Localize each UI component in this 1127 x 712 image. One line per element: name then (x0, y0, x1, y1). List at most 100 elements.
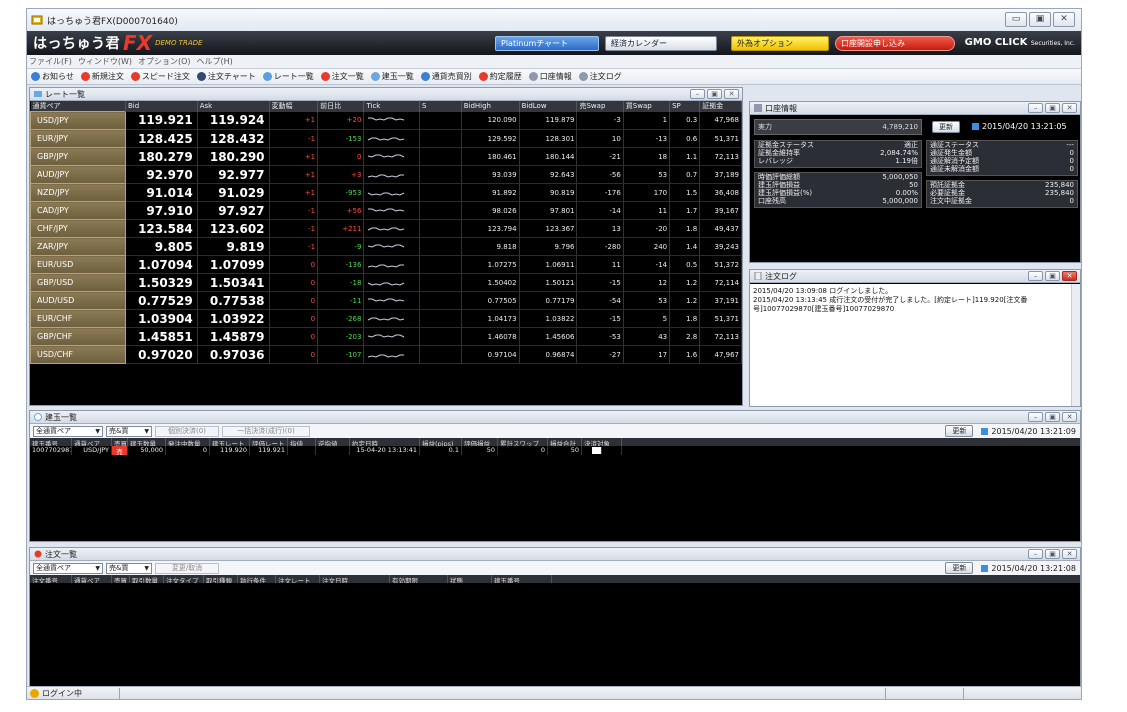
bid-rate[interactable]: 97.910 (125, 201, 198, 220)
order-pair-select[interactable]: 全通貨ペア (33, 562, 103, 574)
rate-column-header[interactable]: Bid (125, 101, 198, 112)
ask-rate[interactable]: 92.977 (197, 165, 270, 184)
restore-icon[interactable]: ▣ (1045, 412, 1060, 422)
currency-pair[interactable]: AUD/JPY (30, 165, 126, 184)
toolbar-item[interactable]: レート一覧 (262, 71, 314, 82)
menu-window[interactable]: ウィンドウ(W) (78, 56, 132, 67)
minimize-icon[interactable]: – (690, 89, 705, 99)
toolbar-item[interactable]: 新規注文 (80, 71, 124, 82)
platinum-chart-button[interactable]: Platinumチャート (495, 36, 599, 51)
rate-row[interactable]: GBP/USD 1.50329 1.50341 0 -18 1.50402 1.50121-… (30, 273, 742, 292)
position-side-select[interactable]: 売&買 (106, 425, 152, 437)
order-column-header[interactable]: 取引数量 (130, 575, 164, 583)
position-column-header[interactable]: 約定日時 (350, 438, 420, 446)
ask-rate[interactable]: 128.432 (197, 129, 270, 148)
rate-row[interactable]: EUR/USD 1.07094 1.07099 0 -136 1.07275 1.06911… (30, 255, 742, 274)
close-icon[interactable]: ✕ (1062, 412, 1077, 422)
modify-cancel-button[interactable]: 変更/取消 (155, 562, 219, 574)
toolbar-item[interactable]: 注文ログ (578, 71, 622, 82)
bid-rate[interactable]: 119.921 (125, 111, 198, 130)
rate-column-header[interactable]: BidHigh (461, 101, 520, 112)
bid-rate[interactable]: 1.03904 (125, 309, 198, 328)
rate-row[interactable]: EUR/CHF 1.03904 1.03922 0 -268 1.04173 1.03822… (30, 309, 742, 328)
bid-rate[interactable]: 180.279 (125, 147, 198, 166)
currency-pair[interactable]: CAD/JPY (30, 201, 126, 220)
minimize-icon[interactable]: – (1028, 412, 1043, 422)
toolbar-item[interactable]: 建玉一覧 (370, 71, 414, 82)
position-column-header[interactable]: 通貨ペア (72, 438, 112, 446)
rate-column-header[interactable]: BidLow (519, 101, 578, 112)
rate-row[interactable]: CHF/JPY 123.584 123.602 -1 +211 123.794 123.36… (30, 219, 742, 238)
toolbar-item[interactable]: スピード注文 (130, 71, 190, 82)
ask-rate[interactable]: 1.07099 (197, 255, 270, 274)
order-column-header[interactable]: 執行条件 (238, 575, 276, 583)
bid-rate[interactable]: 128.425 (125, 129, 198, 148)
ask-rate[interactable]: 97.927 (197, 201, 270, 220)
bid-rate[interactable]: 0.97020 (125, 345, 198, 364)
rate-column-header[interactable]: 変動幅 (269, 101, 319, 112)
ask-rate[interactable]: 1.45879 (197, 327, 270, 346)
ask-rate[interactable]: 1.03922 (197, 309, 270, 328)
rate-column-header[interactable]: 前日比 (317, 101, 365, 112)
close-icon[interactable]: ✕ (1062, 271, 1077, 281)
position-column-header[interactable]: 指値 (288, 438, 316, 446)
order-column-header[interactable]: 注文レート (276, 575, 320, 583)
menu-file[interactable]: ファイル(F) (29, 56, 72, 67)
position-update-button[interactable]: 更新 (945, 425, 974, 437)
rate-row[interactable]: GBP/JPY 180.279 180.290 +1 0 180.461 180.144 -2… (30, 147, 742, 166)
order-column-header[interactable]: 注文日時 (320, 575, 390, 583)
order-column-header[interactable]: 有効期限 (390, 575, 448, 583)
individual-settle-button[interactable]: 個別決済(0) (155, 425, 219, 437)
rate-column-header[interactable]: 売Swap (576, 101, 624, 112)
toolbar-item[interactable]: 注文チャート (196, 71, 256, 82)
bid-rate[interactable]: 9.805 (125, 237, 198, 256)
position-column-header[interactable]: 建玉番号 (30, 438, 72, 446)
currency-pair[interactable]: USD/JPY (30, 111, 126, 130)
bid-rate[interactable]: 92.970 (125, 165, 198, 184)
ask-rate[interactable]: 91.029 (197, 183, 270, 202)
position-column-header[interactable]: 建玉レート (210, 438, 250, 446)
position-column-header[interactable]: 建玉数量 (128, 438, 166, 446)
rate-row[interactable]: CAD/JPY 97.910 97.927 -1 +56 98.026 97.801 -14 1… (30, 201, 742, 220)
rate-column-header[interactable]: 証拠金 (699, 101, 742, 112)
position-column-header[interactable]: 損益(pips) (420, 438, 462, 446)
currency-pair[interactable]: ZAR/JPY (30, 237, 126, 256)
toolbar-item[interactable]: 口座情報 (528, 71, 572, 82)
bid-rate[interactable]: 1.07094 (125, 255, 198, 274)
order-column-header[interactable]: 建玉番号 (492, 575, 552, 583)
minimize-icon[interactable]: – (1028, 549, 1043, 559)
table-row[interactable]: 10077029870USD/JPY売50,0000119.920119.921… (30, 446, 1080, 455)
position-pair-select[interactable]: 全通貨ペア (33, 425, 103, 437)
close-icon[interactable]: ✕ (724, 89, 739, 99)
order-update-button[interactable]: 更新 (945, 562, 974, 574)
ask-rate[interactable]: 119.924 (197, 111, 270, 130)
restore-icon[interactable]: ▣ (1045, 549, 1060, 559)
currency-pair[interactable]: AUD/USD (30, 291, 126, 310)
toolbar-item[interactable]: 通貨売買別 (420, 71, 472, 82)
bid-rate[interactable]: 1.45851 (125, 327, 198, 346)
rate-column-header[interactable]: SP (669, 101, 701, 112)
fx-option-button[interactable]: 外為オプション (731, 36, 829, 51)
restore-icon[interactable]: ▣ (707, 89, 722, 99)
rate-row[interactable]: GBP/CHF 1.45851 1.45879 0 -203 1.46078 1.45606… (30, 327, 742, 346)
currency-pair[interactable]: USD/CHF (30, 345, 126, 364)
rate-row[interactable]: USD/JPY 119.921 119.924 +1 +20 120.090 119.879… (30, 111, 742, 130)
maximize-icon[interactable]: ▣ (1029, 12, 1051, 27)
toolbar-item[interactable]: お知らせ (31, 71, 74, 82)
minimize-icon[interactable]: – (1028, 271, 1043, 281)
account-update-button[interactable]: 更新 (932, 121, 960, 133)
rate-column-header[interactable]: Ask (197, 101, 270, 112)
position-column-header[interactable]: 発注中数量 (166, 438, 210, 446)
rate-row[interactable]: AUD/USD 0.77529 0.77538 0 -11 0.77505 0.77179-… (30, 291, 742, 310)
currency-pair[interactable]: NZD/JPY (30, 183, 126, 202)
currency-pair[interactable]: EUR/JPY (30, 129, 126, 148)
rate-row[interactable]: EUR/JPY 128.425 128.432 -1 -153 129.592 128.30… (30, 129, 742, 148)
currency-pair[interactable]: CHF/JPY (30, 219, 126, 238)
ask-rate[interactable]: 0.77538 (197, 291, 270, 310)
ask-rate[interactable]: 180.290 (197, 147, 270, 166)
ask-rate[interactable]: 1.50341 (197, 273, 270, 292)
menu-option[interactable]: オプション(O) (138, 56, 191, 67)
position-column-header[interactable]: 決済対象 (582, 438, 622, 446)
minimize-icon[interactable]: ▭ (1005, 12, 1027, 27)
bid-rate[interactable]: 91.014 (125, 183, 198, 202)
